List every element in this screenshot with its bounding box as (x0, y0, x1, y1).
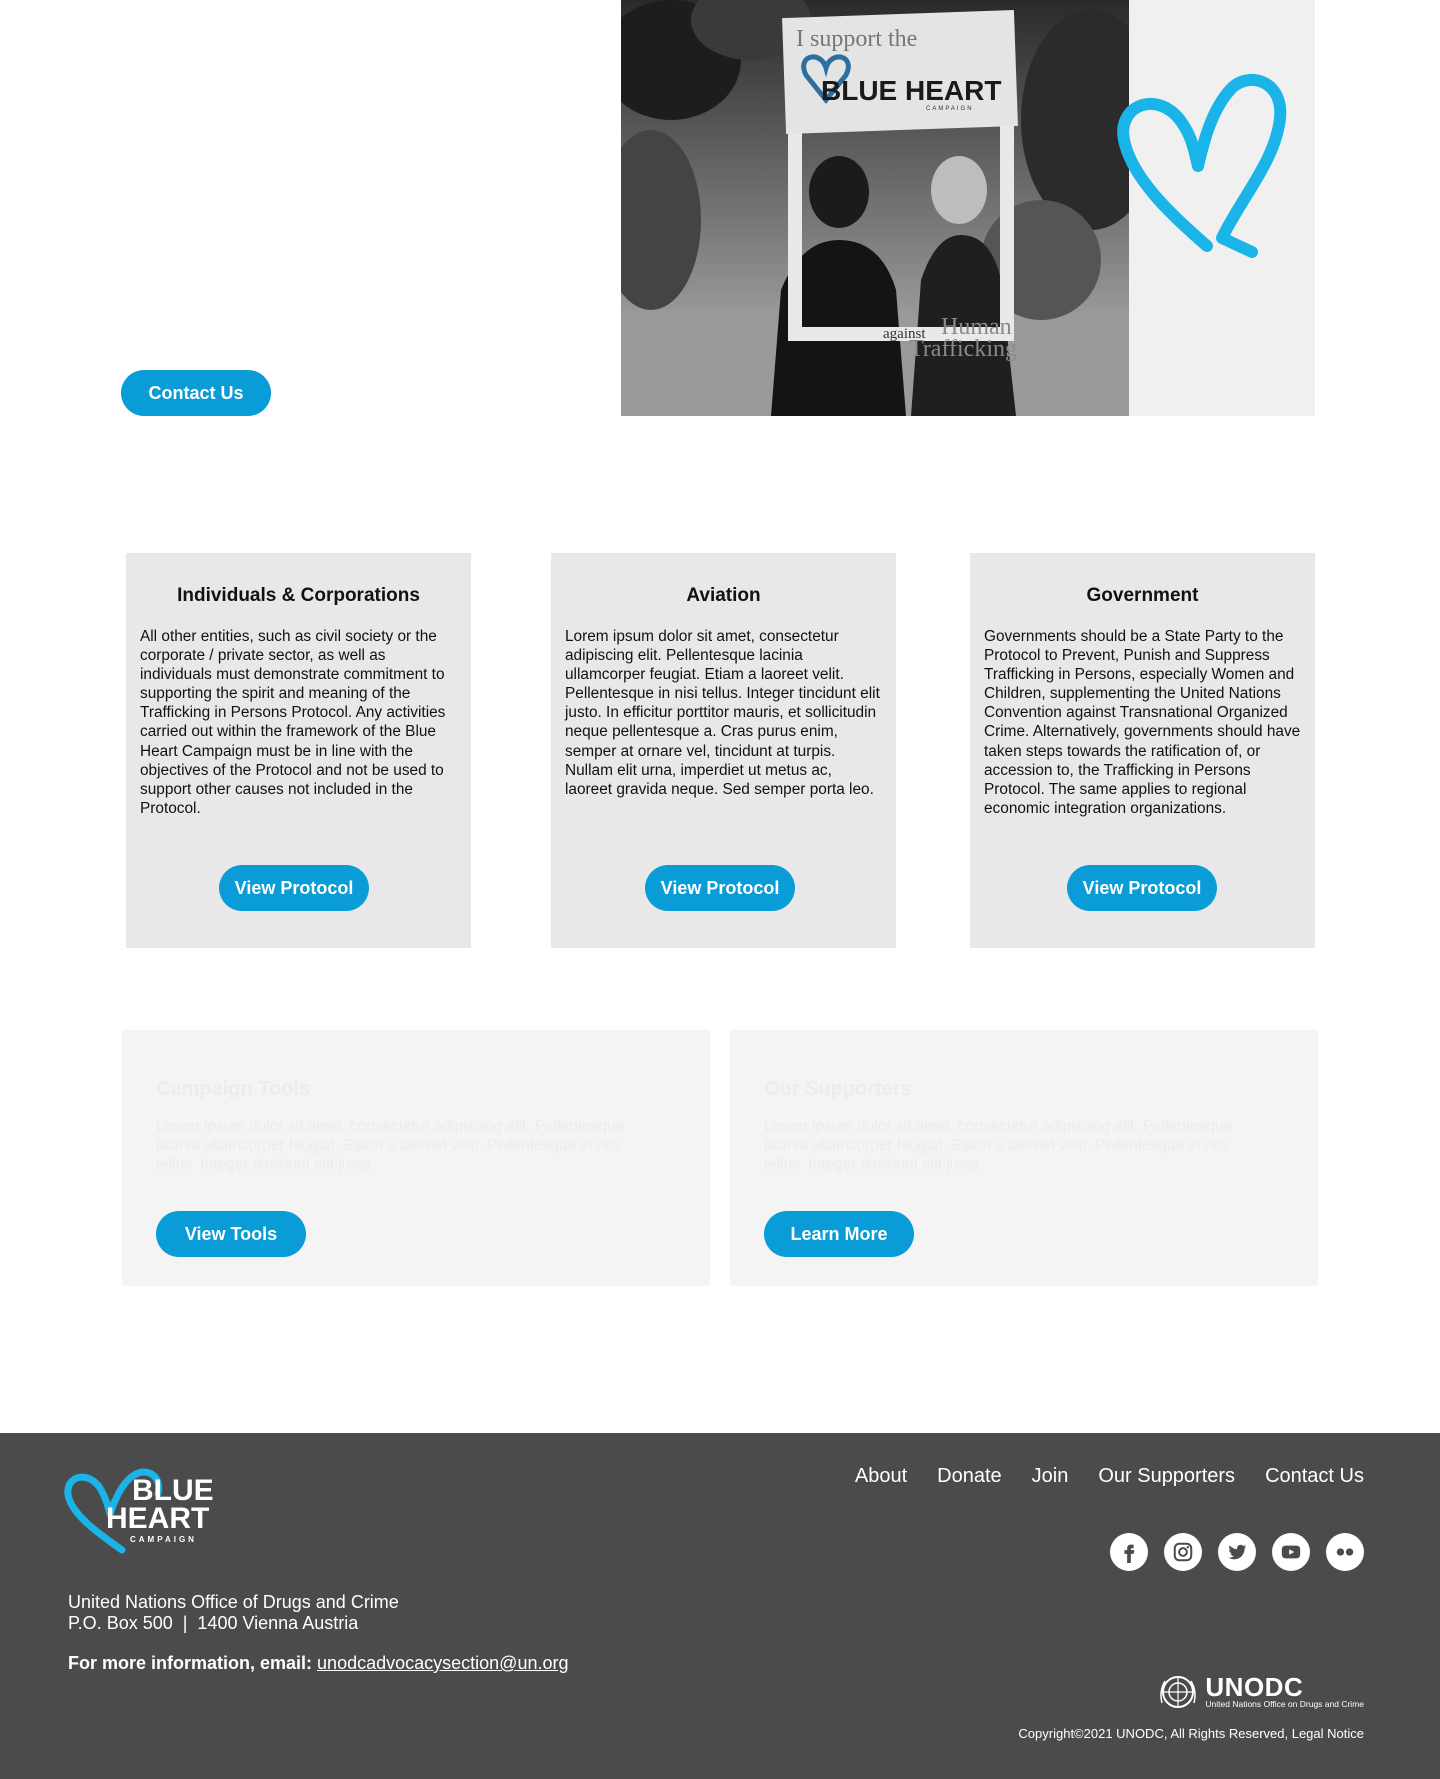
logo-line2: HEART (106, 1502, 209, 1535)
footer-nav-contact-us[interactable]: Contact Us (1265, 1465, 1364, 1488)
email-label: For more information, email: (68, 1653, 313, 1673)
footer-nav: About Donate Join Our Supporters Contact… (825, 1465, 1364, 1488)
card-title: Government (1086, 585, 1199, 606)
footer-nav-about[interactable]: About (855, 1465, 907, 1488)
flickr-icon[interactable] (1326, 1533, 1364, 1571)
instagram-icon[interactable] (1164, 1533, 1202, 1571)
heart-outline-icon (1117, 73, 1287, 258)
footer-address: United Nations Office of Drugs and Crime… (68, 1592, 399, 1634)
card-body: All other entities, such as civil societ… (140, 628, 446, 817)
panel-title: Campaign Tools (156, 1078, 311, 1100)
view-protocol-button[interactable]: View Protocol (645, 865, 795, 911)
hero-contact-button[interactable]: Contact Us (121, 370, 271, 416)
unodc-logo[interactable]: UNODC United Nations Office on Drugs and… (1157, 1673, 1364, 1711)
panel-body: Lorem ipsum dolor sit amet, consectetur … (764, 1118, 1232, 1174)
card-body: Lorem ipsum dolor sit amet, consectetur … (565, 628, 880, 798)
facebook-icon[interactable] (1110, 1533, 1148, 1571)
hero-photo: I support the BLUE HEART CAMPAIGN agains… (621, 0, 1129, 416)
panel-title: Our Supporters (764, 1078, 912, 1100)
logo-line3: CAMPAIGN (130, 1535, 197, 1544)
address-line: P.O. Box 500 | 1400 Vienna Austria (68, 1613, 359, 1633)
email-link[interactable]: unodcadvocacysection@un.org (317, 1653, 568, 1673)
card-aviation: Aviation Lorem ipsum dolor sit amet, con… (551, 553, 896, 948)
view-tools-button[interactable]: View Tools (156, 1211, 306, 1257)
sign-bottom-large2: Trafficking (909, 336, 1017, 362)
card-body: Governments should be a State Party to t… (984, 628, 1301, 817)
panel-body: Lorem ipsum dolor sit amet, consectetur … (156, 1118, 624, 1174)
footer-nav-join[interactable]: Join (1032, 1465, 1069, 1488)
twitter-icon[interactable] (1218, 1533, 1256, 1571)
footer: BLUE HEART CAMPAIGN United Nations Offic… (0, 1433, 1440, 1779)
sign-top-text: I support the (796, 26, 917, 52)
youtube-icon[interactable] (1272, 1533, 1310, 1571)
card-government: Government Governments should be a State… (970, 553, 1315, 948)
sign-brand: BLUE HEART (821, 75, 1001, 106)
footer-email: For more information, email: unodcadvoca… (68, 1653, 568, 1674)
panel-our-supporters: Our Supporters Lorem ipsum dolor sit ame… (730, 1030, 1318, 1286)
blue-heart-logo[interactable]: BLUE HEART CAMPAIGN (64, 1466, 224, 1561)
unodc-subtitle: United Nations Office on Drugs and Crime (1205, 1699, 1364, 1709)
panel-campaign-tools: Campaign Tools Lorem ipsum dolor sit ame… (122, 1030, 710, 1286)
social-links (1094, 1533, 1364, 1571)
unodc-name: UNODC (1205, 1672, 1304, 1702)
un-emblem-icon (1160, 1676, 1197, 1708)
footer-nav-our-supporters[interactable]: Our Supporters (1098, 1465, 1235, 1488)
footer-nav-donate[interactable]: Donate (937, 1465, 1002, 1488)
card-title: Aviation (686, 585, 761, 606)
card-title: Individuals & Corporations (177, 585, 420, 606)
view-protocol-button[interactable]: View Protocol (1067, 865, 1217, 911)
card-individuals: Individuals & Corporations All other ent… (126, 553, 471, 948)
sign-brand-sub: CAMPAIGN (926, 106, 974, 112)
address-org: United Nations Office of Drugs and Crime (68, 1592, 399, 1612)
view-protocol-button[interactable]: View Protocol (219, 865, 369, 911)
learn-more-button[interactable]: Learn More (764, 1211, 914, 1257)
copyright: Copyright©2021 UNODC, All Rights Reserve… (1018, 1726, 1364, 1741)
